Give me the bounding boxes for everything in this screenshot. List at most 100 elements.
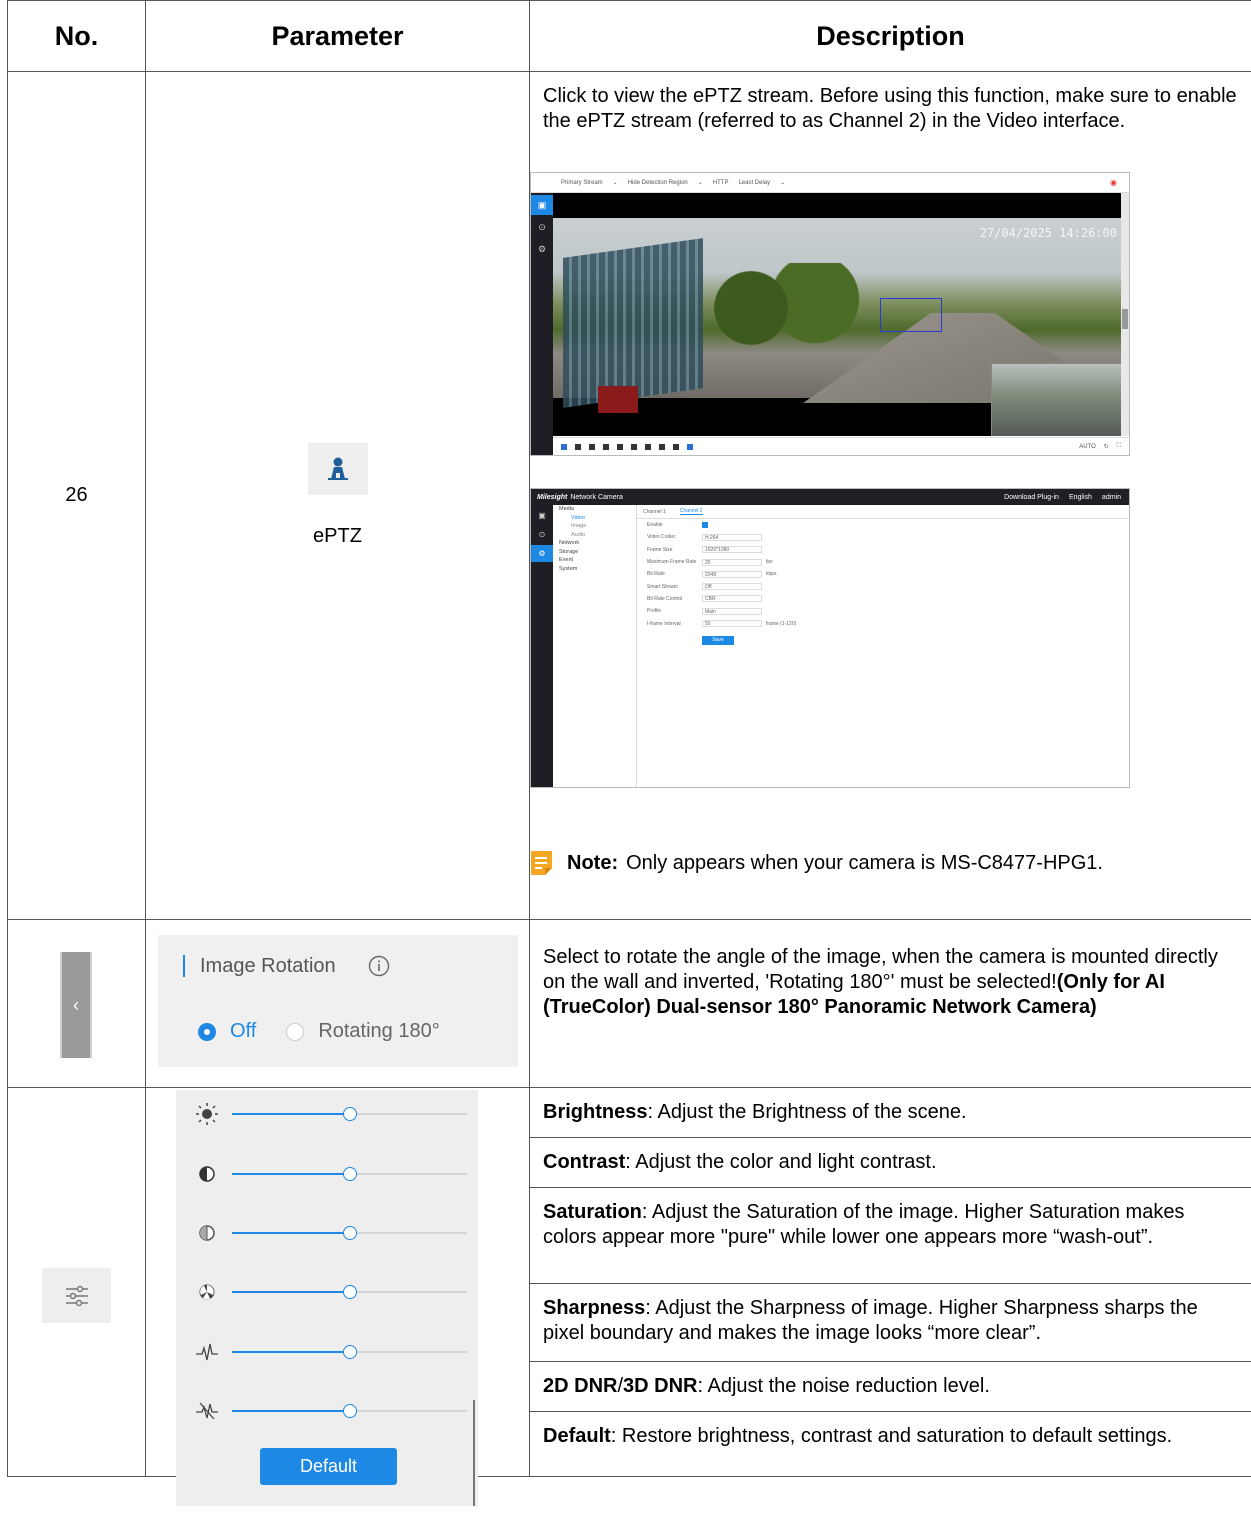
user-menu[interactable]: admin — [1102, 494, 1121, 501]
info-icon[interactable] — [368, 955, 390, 977]
video-codec-select[interactable]: H.264 — [702, 533, 762, 541]
eptz-person-icon[interactable] — [687, 443, 693, 450]
saturation-slider[interactable] — [194, 1221, 469, 1245]
audio-icon[interactable] — [631, 443, 637, 450]
row-number — [7, 1087, 146, 1477]
panel-scrollbar[interactable] — [473, 1400, 475, 1506]
option-off-label[interactable]: Off — [230, 1020, 256, 1043]
protocol-select[interactable]: HTTP — [713, 180, 729, 186]
note-text: Only appears when your camera is MS-C847… — [626, 851, 1103, 874]
bit-rate-control-select[interactable]: CBR — [702, 595, 762, 603]
playback-tab-icon[interactable]: ⊙ — [531, 526, 553, 543]
video-stream[interactable]: 27/04/2025 14:26:00 — [553, 193, 1121, 436]
dnr-3d-slider[interactable] — [194, 1399, 469, 1423]
description-cell: Brightness: Adjust the Brightness of the… — [529, 1087, 1251, 1477]
zoom-icon[interactable] — [603, 443, 609, 450]
auto-mode[interactable]: AUTO — [1079, 444, 1096, 450]
chevron-left-icon[interactable]: ‹ — [60, 952, 92, 1058]
frame-size-select[interactable]: 1920*1080 — [702, 546, 762, 554]
region-select[interactable]: Hide Detection Region — [628, 180, 688, 186]
osd-timestamp: 27/04/2025 14:26:00 — [979, 226, 1117, 240]
parameter-table: No. Parameter Description 26 ePTZ Click … — [7, 0, 1251, 1506]
eptz-region-box[interactable] — [880, 298, 942, 332]
menu-item-system[interactable]: System — [553, 565, 636, 574]
fullscreen-icon[interactable]: ⛶ — [1117, 443, 1121, 450]
bit-rate-select[interactable]: 2048 — [702, 570, 762, 578]
waveform-icon — [196, 1343, 218, 1361]
record-icon[interactable]: ◉ — [1110, 178, 1117, 187]
menu-item-audio[interactable]: Audio — [553, 531, 636, 540]
tab-channel-1[interactable]: Channel 1 — [643, 509, 666, 515]
header-no: No. — [7, 0, 146, 72]
menu-item-media[interactable]: Media — [553, 505, 636, 514]
contrast-slider[interactable] — [194, 1162, 469, 1186]
enable-checkbox[interactable] — [702, 522, 708, 529]
noise-icon — [196, 1402, 218, 1420]
live-view-tab-icon[interactable]: ▣ — [531, 195, 553, 215]
option-rotating-label[interactable]: Rotating 180° — [318, 1020, 439, 1043]
form-row: Bit Rate 2048 kbps — [647, 570, 777, 578]
dnr-2d-slider[interactable] — [194, 1340, 469, 1364]
brightness-slider[interactable] — [194, 1102, 469, 1126]
live-view-tab-icon[interactable]: ▣ — [531, 507, 553, 524]
tab-channel-2[interactable]: Channel 2 — [679, 508, 703, 515]
ptz-icon[interactable] — [673, 443, 679, 450]
profile-select[interactable]: Main — [702, 607, 762, 615]
row-number: 26 — [7, 71, 146, 920]
sliders-adjust-icon[interactable] — [42, 1268, 111, 1323]
live-view-scrollbar[interactable] — [1121, 193, 1129, 436]
note: Note: Only appears when your camera is M… — [530, 850, 1251, 876]
menu-item-video[interactable]: Video — [553, 514, 636, 523]
channel-tabs: Channel 1 Channel 2 — [637, 505, 1129, 519]
record-video-icon[interactable] — [589, 443, 595, 450]
menu-item-storage[interactable]: Storage — [553, 548, 636, 557]
alarm-icon[interactable] — [617, 443, 623, 450]
radio-rotating-180[interactable] — [286, 1022, 305, 1041]
frame-rate-select[interactable]: 25 — [702, 558, 762, 566]
settings-screenshot: Milesight Network Camera Download Plug-i… — [530, 488, 1130, 788]
refresh-icon[interactable]: ↻ — [1104, 443, 1109, 450]
default-button[interactable]: Default — [260, 1448, 397, 1485]
eptz-inset-view[interactable] — [991, 363, 1121, 436]
iframe-interval-input[interactable]: 50 — [702, 620, 762, 628]
sharpness-slider[interactable] — [194, 1280, 469, 1304]
form-row: Bit Rate Control CBR — [637, 593, 1129, 605]
playback-tab-icon[interactable]: ⊙ — [531, 217, 553, 237]
stream-select[interactable]: Primary Stream — [561, 180, 603, 186]
form-row: Video Codec H.264 — [637, 531, 1129, 543]
row-number: ‹ — [7, 919, 146, 1088]
app-title: Network Camera — [570, 493, 623, 501]
language-select[interactable]: English — [1069, 494, 1092, 501]
contrast-description: Contrast: Adjust the color and light con… — [530, 1138, 1251, 1188]
eptz-label: ePTZ — [313, 525, 362, 547]
snapshot-icon[interactable] — [575, 443, 581, 450]
settings-menu: Media Video Image Audio Network Storage … — [553, 505, 637, 787]
dnr-description: 2D DNR/3D DNR: Adjust the noise reductio… — [530, 1362, 1251, 1412]
menu-item-event[interactable]: Event — [553, 556, 636, 565]
default-description: Default: Restore brightness, contrast an… — [543, 1425, 1173, 1447]
settings-tab-icon[interactable]: ⚙ — [531, 239, 553, 259]
menu-item-image[interactable]: Image — [553, 522, 636, 531]
capture-icon[interactable] — [659, 443, 665, 450]
rotation-options: Off Rotating 180° — [198, 1020, 440, 1043]
delay-select[interactable]: Least Delay — [738, 180, 770, 186]
smart-stream-select[interactable]: Off — [702, 583, 762, 591]
privacy-mask — [598, 386, 638, 413]
live-view-screenshot: Primary Stream ⌄ Hide Detection Region ⌄ H… — [530, 172, 1130, 456]
mic-icon[interactable] — [645, 443, 651, 450]
brand-logo: Milesight — [537, 493, 568, 501]
form-row: Profile Main — [637, 605, 1129, 617]
description-cell: Select to rotate the angle of the image,… — [529, 919, 1251, 1088]
save-button[interactable]: Save — [702, 635, 734, 645]
radio-off[interactable] — [198, 1022, 216, 1041]
form-row: Enable — [637, 519, 1129, 531]
eptz-person-icon[interactable] — [307, 443, 368, 495]
stop-icon[interactable] — [561, 443, 567, 450]
download-plugin-link[interactable]: Download Plug-in — [1004, 494, 1059, 501]
image-adjust-panel: Default — [176, 1090, 478, 1506]
parameter-cell: ePTZ — [145, 71, 530, 920]
settings-header: Milesight Network Camera Download Plug-i… — [531, 489, 1129, 505]
settings-tab-icon[interactable]: ⚙ — [531, 545, 553, 562]
menu-item-network[interactable]: Network — [553, 539, 636, 548]
note-icon — [531, 851, 552, 875]
